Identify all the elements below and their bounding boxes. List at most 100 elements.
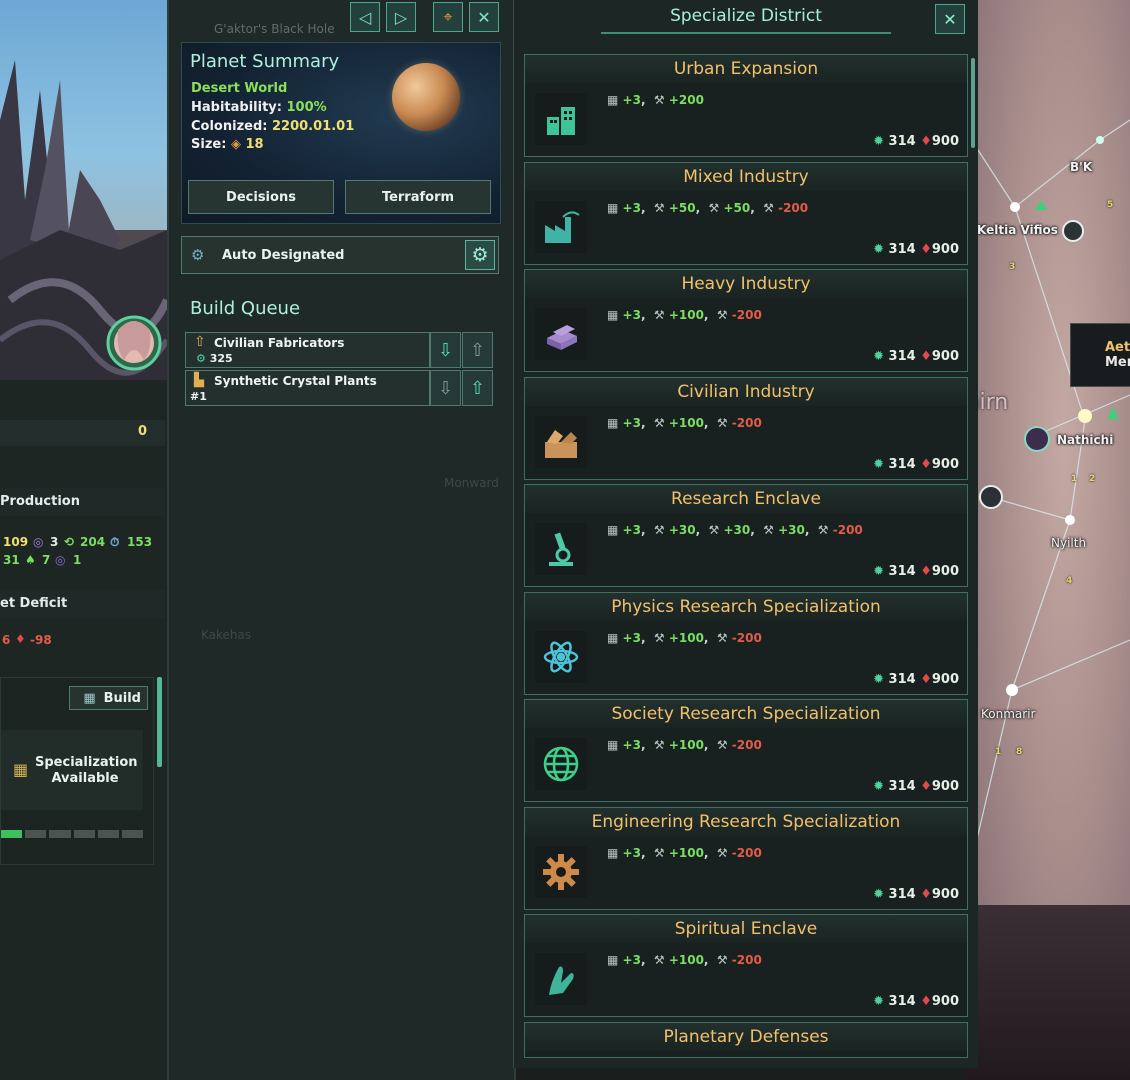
specialization-card[interactable]: Spiritual Enclave ▦ +3, ⚒ +100, ⚒ -200 ✹ 3… — [524, 914, 968, 1017]
system-label[interactable]: B'K — [1070, 160, 1092, 174]
background-map-label: Monward — [444, 476, 499, 490]
resource-icon: ▦ — [607, 308, 619, 322]
specialization-card[interactable]: Physics Research Specialization ▦ +3, ⚒ +… — [524, 591, 968, 695]
energy-icon: ✹ — [873, 886, 884, 902]
specialization-card[interactable]: Planetary Defenses — [524, 1021, 968, 1058]
card-title: Heavy Industry — [525, 270, 967, 298]
specialization-card[interactable]: Urban Expansion ▦ +3, ⚒ +200 ✹ 314 ♦900 — [524, 54, 968, 157]
specialization-card[interactable]: Society Research Specialization ▦ +3, ⚒ +… — [524, 699, 968, 802]
minerals-icon: ♦ — [920, 456, 932, 472]
cost-energy: 314 — [888, 671, 916, 687]
specialization-card[interactable]: Research Enclave ▦ +3, ⚒ +30, ⚒ +30, ⚒ +3… — [524, 484, 968, 587]
specialize-title: Specialize District — [670, 6, 822, 26]
designation-settings-button[interactable]: ⚙ — [465, 240, 495, 270]
next-planet-button[interactable]: ▷ — [386, 2, 416, 32]
effect-value: -200 — [778, 200, 809, 215]
move-down-button[interactable]: ⇩ — [430, 370, 461, 406]
card-title: Society Research Specialization — [525, 700, 967, 728]
card-effects: ▦ +3, ⚒ +100, ⚒ -200 — [607, 953, 762, 967]
system-label[interactable]: Nathichi — [1057, 433, 1113, 447]
effect-value: +3 — [622, 93, 641, 107]
map-value: 8 — [1016, 747, 1023, 757]
research-icon: ⏱ — [110, 535, 120, 549]
card-cost: ✹ 314 ♦900 — [873, 672, 959, 687]
factory-icon — [535, 200, 587, 253]
energy-icon: ✹ — [873, 349, 884, 364]
cost-minerals: 900 — [931, 241, 959, 257]
cost-minerals: 900 — [931, 564, 959, 579]
card-effects: ▦ +3, ⚒ +50, ⚒ +50, ⚒ -200 — [607, 200, 809, 215]
specialization-slot[interactable]: ▦ Specialization Available — [1, 730, 143, 810]
left-scrollbar[interactable] — [157, 677, 162, 767]
queue-item-cost-value: 325 — [209, 352, 233, 365]
map-info-box[interactable]: Aet Mer — [1070, 323, 1130, 387]
unity-value: 204 — [80, 535, 106, 549]
cost-energy: 314 — [888, 349, 916, 364]
queue-item[interactable]: ⇧ Civilian Fabricators ⚙ 325 — [185, 332, 430, 368]
planet-panel: G'aktor's Black Hole ◁ ▷ ⌖ ✕ Planet Summ… — [167, 0, 516, 1080]
specialization-card[interactable]: Mixed Industry ▦ +3, ⚒ +50, ⚒ +50, ⚒ -200… — [524, 161, 968, 265]
title-underline — [601, 32, 891, 34]
card-title: Urban Expansion — [525, 55, 967, 83]
cost-minerals: 900 — [931, 671, 959, 687]
previous-planet-button[interactable]: ◁ — [350, 2, 380, 32]
card-effects: ▦ +3, ⚒ +100, ⚒ -200 — [607, 738, 762, 752]
size-label: Size: — [191, 137, 227, 152]
system-label[interactable]: Nyilth — [1051, 536, 1086, 550]
effect-value: -200 — [832, 523, 863, 537]
specialization-card[interactable]: Civilian Industry ▦ +3, ⚒ +100, ⚒ -200 ✹ 3… — [524, 376, 968, 480]
effect-value: +100 — [668, 308, 704, 322]
terraform-button[interactable]: Terraform — [345, 180, 491, 214]
specialize-scrollbar[interactable] — [971, 58, 975, 148]
card-cost: ✹ 314 ♦900 — [873, 994, 959, 1009]
gear-icon — [535, 845, 587, 898]
arrow-up-icon: ⇧ — [469, 377, 486, 399]
system-label[interactable]: Konmarir — [981, 707, 1035, 721]
habitability-value: 100% — [286, 100, 327, 115]
arrow-left-icon: ◁ — [358, 7, 372, 27]
energy-icon: ✹ — [873, 241, 884, 257]
praying-hands-icon — [535, 953, 587, 1005]
move-up-button[interactable]: ⇧ — [462, 332, 493, 368]
progress-segments — [1, 830, 144, 838]
upgrade-arrow-icon: ⇧ — [194, 334, 206, 350]
specialization-card[interactable]: Engineering Research Specialization ▦ +3,… — [524, 806, 968, 910]
move-down-button[interactable]: ⇩ — [430, 332, 461, 368]
card-effects: ▦ +3, ⚒ +100, ⚒ -200 — [607, 308, 762, 322]
effect-value: -200 — [731, 415, 762, 430]
resource-icon: ⚒ — [653, 415, 665, 430]
effect-value: +3 — [622, 415, 641, 430]
deficit-value: -98 — [30, 633, 52, 647]
effect-value: +100 — [668, 630, 704, 645]
close-planet-panel-button[interactable]: ✕ — [469, 2, 499, 32]
effect-value: +30 — [778, 523, 805, 537]
atom-icon — [535, 630, 587, 683]
system-label[interactable]: Keltia Vifios — [977, 223, 1058, 237]
resource-icon: ▦ — [607, 953, 619, 967]
designation-row[interactable]: ⚙ Auto Designated ⚙ — [181, 236, 499, 274]
card-cost: ✹ 314 ♦900 — [873, 134, 959, 149]
cost-energy: 314 — [888, 779, 916, 794]
build-label: Build — [103, 690, 141, 706]
effect-value: -200 — [731, 738, 762, 752]
close-specialize-button[interactable]: ✕ — [935, 4, 965, 34]
crime-icon: ◎ — [55, 553, 66, 567]
focus-planet-button[interactable]: ⌖ — [433, 2, 463, 32]
effect-value: +3 — [622, 523, 641, 537]
specialization-card[interactable]: Heavy Industry ▦ +3, ⚒ +100, ⚒ -200 ✹ 314 … — [524, 269, 968, 372]
alloy-icon — [535, 308, 587, 360]
build-button[interactable]: ▦ Build — [69, 686, 148, 710]
queue-item[interactable]: ▙ Synthetic Crystal Plants #1 — [185, 370, 430, 406]
effect-value: +3 — [622, 200, 641, 215]
resource-icon: ⚒ — [653, 308, 665, 322]
resource-icon: ⚒ — [653, 200, 665, 215]
consumer-goods-icon — [535, 415, 587, 468]
move-up-button[interactable]: ⇧ — [462, 370, 493, 406]
summary-title: Planet Summary — [190, 51, 340, 72]
decisions-button[interactable]: Decisions — [188, 180, 334, 214]
queue-item-cost: ⚙ 325 — [196, 352, 233, 365]
size-row: Size: ◈ 18 — [191, 137, 264, 152]
card-cost: ✹ 314 ♦900 — [873, 349, 959, 364]
galaxy-map[interactable]: B'K Keltia Vifios Nathichi Nyilth Konmar… — [965, 0, 1130, 1080]
count-row: 0 — [0, 420, 165, 446]
